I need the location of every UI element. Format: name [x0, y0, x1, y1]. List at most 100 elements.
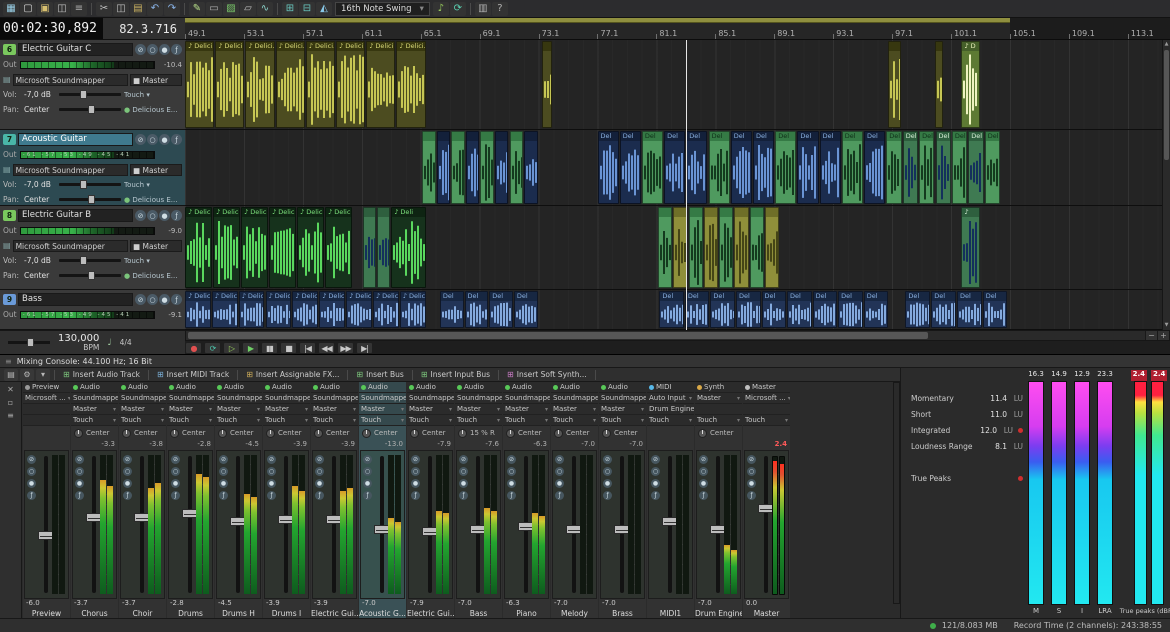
loop-playback-icon[interactable]: ⟳	[450, 2, 466, 16]
channel-peak-value[interactable]: -3.8	[119, 440, 166, 450]
channel-fx-button[interactable]: ƒ	[411, 491, 420, 500]
channel-bus-select[interactable]: Master	[553, 405, 577, 413]
channel-fader-track[interactable]	[428, 456, 432, 593]
volume-value[interactable]: -7,0 dB	[24, 90, 56, 99]
preview-volume-handle[interactable]	[27, 338, 34, 347]
track-arm-button[interactable]: ●	[159, 210, 170, 221]
audio-clip[interactable]: ♪ Delic	[292, 291, 318, 328]
audio-clip[interactable]: Del	[775, 131, 796, 204]
audio-clip[interactable]: Del	[838, 291, 863, 328]
track-device-select[interactable]: Microsoft Soundmapper	[13, 240, 128, 252]
channel-device-select[interactable]: Soundmapper	[265, 394, 310, 402]
stop-button[interactable]: ■	[280, 342, 297, 354]
bpm-value[interactable]: 130,000	[58, 334, 99, 343]
audio-clip[interactable]	[495, 131, 509, 204]
channel-solo-button[interactable]: ○	[459, 467, 468, 476]
channel-mute-button[interactable]: ⊘	[699, 455, 708, 464]
channel-solo-button[interactable]: ○	[651, 467, 660, 476]
position-display[interactable]: 82.3.716	[103, 22, 185, 36]
track-solo-button[interactable]: ○	[147, 134, 158, 145]
play-button[interactable]: ▶	[242, 342, 259, 354]
audio-clip[interactable]: ♪ Delic	[400, 291, 426, 328]
mixer-channel-strip[interactable]: Audio Soundmapper▾ Master▾ Touch▾ 15 % R…	[455, 382, 502, 619]
audio-clip[interactable]: ♪ Delici..	[185, 41, 214, 128]
channel-automation-select[interactable]: Touch	[505, 416, 525, 424]
track-lane[interactable]: ♪ Delici..♪ Delici..♪ Delici..♪ Delici..…	[185, 40, 1162, 130]
track-mute-button[interactable]: ⊘	[135, 134, 146, 145]
channel-automation-select[interactable]: Touch	[265, 416, 285, 424]
audio-clip[interactable]: Del	[903, 131, 918, 204]
channel-fx-button[interactable]: ƒ	[699, 491, 708, 500]
mixer-channel-strip[interactable]: Audio Soundmapper▾ Master▾ Touch▾ Center…	[215, 382, 262, 619]
channel-arm-button[interactable]: ●	[171, 479, 180, 488]
channel-pan-knob[interactable]	[506, 429, 515, 438]
channel-arm-button[interactable]: ●	[123, 479, 132, 488]
track-solo-button[interactable]: ○	[147, 210, 158, 221]
audio-clip[interactable]: Del	[813, 291, 838, 328]
track-bus-select[interactable]: ■ Master	[130, 164, 182, 176]
audio-clip[interactable]	[363, 207, 376, 288]
channel-automation-select[interactable]: Touch	[457, 416, 477, 424]
track-fx-button[interactable]: ƒ	[171, 134, 182, 145]
audio-clip[interactable]: Del	[931, 291, 956, 328]
audio-clip[interactable]	[542, 41, 553, 128]
selection-tool-icon[interactable]: ▭	[206, 2, 222, 16]
channel-db-value[interactable]: -3.9	[311, 599, 358, 608]
zoom-in-button[interactable]: +	[1157, 331, 1169, 340]
mixer-menu-icon[interactable]: ≡	[7, 411, 14, 420]
channel-automation-select[interactable]: Touch	[73, 416, 93, 424]
channel-fader-track[interactable]	[92, 456, 96, 593]
mixer-view-icon[interactable]: ▥	[475, 2, 491, 16]
channel-db-value[interactable]: -2.8	[167, 599, 214, 608]
volume-value[interactable]: -7,0 dB	[24, 256, 56, 265]
audio-clip[interactable]: ♪ Delici..	[276, 41, 305, 128]
channel-fader-track[interactable]	[140, 456, 144, 593]
channel-peak-value[interactable]	[695, 440, 742, 450]
track-fx-chain[interactable]: ● Delicious E...	[124, 196, 182, 204]
channel-arm-button[interactable]: ●	[315, 479, 324, 488]
channel-device-select[interactable]: Soundmapper	[601, 394, 646, 402]
vscroll-down-arrow[interactable]: ▼	[1163, 321, 1170, 330]
channel-db-value[interactable]: -6.0	[23, 599, 70, 608]
track-lane[interactable]: ♪ Delici..♪ Delici..♪ Delici..♪ Delici..…	[185, 206, 1162, 290]
audio-clip[interactable]: ♪ Delic	[373, 291, 399, 328]
channel-peak-value[interactable]: -3.9	[263, 440, 310, 450]
channel-mute-button[interactable]: ⊘	[411, 455, 420, 464]
insert-input-bus-button[interactable]: ⊞Insert Input Bus	[417, 369, 494, 381]
channel-device-select[interactable]: Microsoft ...	[745, 394, 786, 402]
channel-bus-select[interactable]: Master	[601, 405, 625, 413]
channel-automation-select[interactable]: Touch	[169, 416, 189, 424]
pan-value[interactable]: Center	[24, 271, 56, 280]
volume-handle[interactable]	[80, 180, 87, 189]
channel-fader-track[interactable]	[188, 456, 192, 593]
audio-clip[interactable]: ♪ Delic	[239, 291, 265, 328]
channel-automation-select[interactable]: Touch	[697, 416, 717, 424]
channel-bus-select[interactable]: Drum Engine	[649, 405, 694, 413]
channel-solo-button[interactable]: ○	[219, 467, 228, 476]
channel-bus-select[interactable]: Master	[265, 405, 289, 413]
channel-fader-track[interactable]	[620, 456, 624, 593]
audio-clip[interactable]: Del	[489, 291, 513, 328]
channel-bus-select[interactable]: Master	[169, 405, 193, 413]
swing-select[interactable]: 16th Note Swing▾	[335, 2, 430, 16]
track-fx-button[interactable]: ƒ	[171, 44, 182, 55]
channel-solo-button[interactable]: ○	[603, 467, 612, 476]
audio-clip[interactable]: ♪ Delic	[266, 291, 292, 328]
timecode-display[interactable]: 00:02:30,892	[0, 18, 103, 39]
audio-clip[interactable]	[888, 41, 902, 128]
track-name[interactable]: Electric Guitar C	[18, 43, 133, 56]
channel-solo-button[interactable]: ○	[555, 467, 564, 476]
channel-pan-knob[interactable]	[602, 429, 611, 438]
channel-solo-button[interactable]: ○	[699, 467, 708, 476]
audio-clip[interactable]: ♪ Deli	[391, 207, 425, 288]
track-header[interactable]: 7 Acoustic Guitar ⊘ ○ ● ƒ Out -61 -57 -5…	[0, 130, 185, 206]
channel-solo-button[interactable]: ○	[315, 467, 324, 476]
track-arm-button[interactable]: ●	[159, 134, 170, 145]
track-arm-button[interactable]: ●	[159, 44, 170, 55]
grid-quantize-icon[interactable]: ⊟	[299, 2, 315, 16]
mixer-channel-strip[interactable]: Audio Soundmapper▾ Master▾ Touch▾ Center…	[311, 382, 358, 619]
channel-arm-button[interactable]: ●	[507, 479, 516, 488]
audio-clip[interactable]: ♪ Delici..	[336, 41, 365, 128]
channel-solo-button[interactable]: ○	[267, 467, 276, 476]
channel-fx-button[interactable]: ƒ	[219, 491, 228, 500]
